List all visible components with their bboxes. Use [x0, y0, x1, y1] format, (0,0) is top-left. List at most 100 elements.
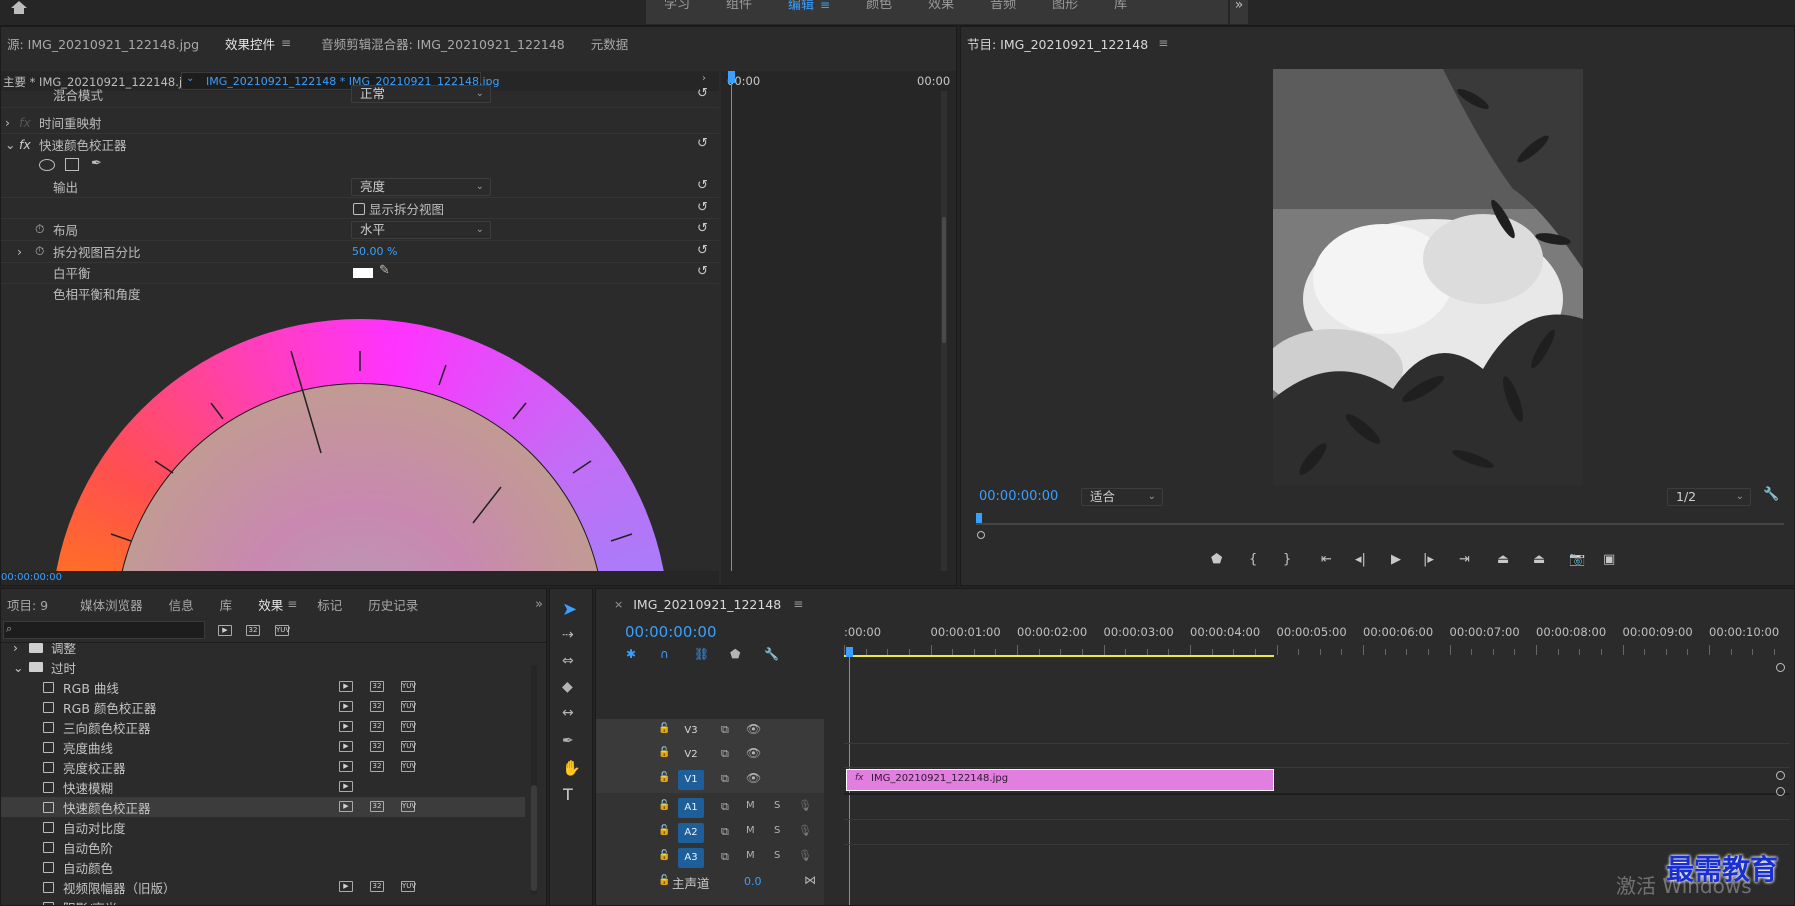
effects-scrollbar[interactable] [531, 665, 537, 895]
workspace-overflow-button[interactable]: » [1230, 0, 1248, 24]
lift-icon[interactable]: ⏏ [1497, 552, 1509, 567]
ec-playhead-handle[interactable] [728, 71, 735, 83]
tab-history[interactable]: 历史记录 [368, 591, 418, 618]
split-percent-value[interactable]: 50.00 % [352, 245, 397, 258]
lock-icon[interactable]: 🔓 [658, 772, 670, 783]
step-back-icon[interactable]: ◂| [1355, 552, 1366, 567]
resolution-dropdown[interactable]: 1/2 ⌄ [1667, 488, 1751, 506]
workspace-tab-effects[interactable]: 效果 [910, 0, 972, 24]
timeline-clip[interactable]: fx IMG_20210921_122148.jpg [846, 769, 1274, 791]
sync-lock-icon[interactable]: ⧉ [721, 800, 729, 814]
yuv-filter-icon[interactable]: YUV [275, 625, 290, 636]
eyedropper-icon[interactable]: ✎ [379, 263, 390, 278]
program-monitor-title[interactable]: 节目: IMG_20210921_122148 [967, 30, 1148, 57]
tab-media-browser[interactable]: 媒体浏览器 [80, 591, 143, 618]
rectangle-mask-icon[interactable] [65, 158, 79, 171]
track-target-v1[interactable]: V1 [678, 770, 704, 790]
step-forward-icon[interactable]: |▸ [1423, 552, 1434, 567]
go-to-next-icon[interactable]: ⋈ [804, 873, 816, 887]
lock-icon[interactable]: 🔓 [658, 723, 670, 734]
mute-button[interactable]: M [746, 850, 755, 861]
panel-menu-icon[interactable]: ≡ [281, 36, 291, 50]
solo-button[interactable]: S [774, 850, 780, 861]
tab-audio-clip-mixer[interactable]: 音频剪辑混合器: IMG_20210921_122148 [321, 30, 565, 57]
folder-adjust[interactable]: › 调整 [1, 643, 525, 657]
solo-button[interactable]: S [774, 825, 780, 836]
scroll-handle[interactable] [1776, 771, 1785, 780]
chevron-right-icon[interactable]: › [13, 643, 18, 655]
export-frame-icon[interactable]: 📷 [1569, 552, 1585, 567]
scroll-handle[interactable] [1776, 787, 1785, 796]
microphone-icon[interactable]: 🎙 [798, 799, 812, 812]
program-scrubber[interactable] [976, 523, 1784, 525]
pen-mask-icon[interactable]: ✒ [91, 156, 102, 171]
workspace-tab-graphics[interactable]: 图形 [1034, 0, 1096, 24]
scroll-handle[interactable] [1776, 663, 1785, 672]
comparison-view-icon[interactable]: ▣ [1603, 552, 1615, 567]
workspace-tab-color[interactable]: 颜色 [848, 0, 910, 24]
chevron-right-icon[interactable]: › [17, 244, 22, 259]
tab-info[interactable]: 信息 [169, 591, 194, 618]
lock-icon[interactable]: 🔓 [658, 800, 670, 811]
mark-out-icon[interactable]: } [1283, 552, 1291, 567]
mute-button[interactable]: M [746, 800, 755, 811]
pen-tool-icon[interactable]: ✒ [562, 733, 574, 749]
blend-mode-dropdown[interactable]: 正常 ⌄ [351, 85, 491, 103]
sync-lock-icon[interactable]: ⧉ [721, 772, 729, 786]
close-icon[interactable]: × [614, 598, 623, 611]
effect-item[interactable]: 亮度曲线 ▶ 32 YUV [1, 737, 525, 757]
expand-timeline-icon[interactable]: › [702, 73, 706, 84]
white-balance-swatch[interactable] [353, 268, 373, 278]
track-target-a2[interactable]: A2 [678, 823, 704, 843]
effect-item[interactable]: 自动颜色 [1, 857, 525, 877]
workspace-tab-editing[interactable]: 编辑 ≡ [770, 0, 848, 24]
effect-item[interactable]: 快速模糊 ▶ [1, 777, 525, 797]
hand-tool-icon[interactable]: ✋ [562, 759, 581, 777]
workspace-menu-icon[interactable]: ≡ [820, 0, 830, 12]
sync-lock-icon[interactable]: ⧉ [721, 723, 729, 737]
sync-lock-icon[interactable]: ⧉ [721, 747, 729, 761]
hue-balance-color-wheel[interactable] [51, 319, 669, 579]
add-marker-icon[interactable]: ⬟ [1211, 552, 1222, 567]
stopwatch-icon[interactable]: ⏱ [35, 244, 44, 259]
track-target-v2[interactable]: V2 [678, 745, 704, 765]
ripple-edit-tool-icon[interactable]: ⇔ [562, 653, 574, 669]
solo-button[interactable]: S [774, 800, 780, 811]
workspace-tab-assembly[interactable]: 组件 [708, 0, 770, 24]
program-playhead[interactable] [976, 513, 982, 523]
type-tool-icon[interactable]: T [563, 785, 573, 804]
fit-dropdown[interactable]: 适合 ⌄ [1081, 488, 1163, 506]
layout-dropdown[interactable]: 水平 ⌄ [351, 221, 491, 239]
effect-item[interactable]: 阴影/高光 [1, 897, 525, 905]
reset-icon[interactable]: ↺ [697, 265, 711, 279]
workspace-tab-library[interactable]: 库 [1096, 0, 1145, 24]
fx-icon[interactable]: fx [19, 137, 31, 152]
selection-tool-icon[interactable]: ➤ [562, 599, 577, 620]
wrench-icon[interactable]: 🔧 [1763, 487, 1779, 502]
effect-item[interactable]: 视频限幅器（旧版） ▶ 32 YUV [1, 877, 525, 897]
track-target-a1[interactable]: A1 [678, 798, 704, 818]
ec-scrollbar-thumb[interactable] [942, 217, 946, 343]
program-timecode[interactable]: 00:00:00:00 [979, 489, 1058, 504]
effects-scrollbar-thumb[interactable] [531, 785, 537, 891]
add-marker-icon[interactable]: ⬟ [730, 647, 740, 661]
linked-selection-icon[interactable]: ⛓ [694, 647, 709, 661]
tab-source[interactable]: 源: IMG_20210921_122148.jpg [7, 30, 199, 57]
tab-project[interactable]: 项目: 9 [7, 591, 48, 618]
tab-markers[interactable]: 标记 [317, 591, 342, 618]
effect-item[interactable]: 三向颜色校正器 ▶ 32 YUV [1, 717, 525, 737]
microphone-icon[interactable]: 🎙 [798, 824, 812, 837]
chevron-right-icon[interactable]: › [5, 115, 10, 130]
reset-icon[interactable]: ↺ [697, 179, 711, 193]
snap-icon[interactable]: ∩ [660, 647, 669, 661]
play-icon[interactable]: ▶ [1391, 552, 1401, 567]
timeline-timecode[interactable]: 00:00:00:00 [625, 623, 717, 641]
mark-in-icon[interactable]: { [1249, 552, 1257, 567]
extract-icon[interactable]: ⏏ [1533, 552, 1545, 567]
reset-icon[interactable]: ↺ [697, 137, 711, 151]
effects-search-box[interactable]: ⌕ [3, 621, 205, 639]
panel-menu-icon[interactable]: ≡ [1158, 36, 1168, 50]
effects-search-input[interactable] [20, 622, 200, 638]
ec-current-time[interactable]: 00:00:00:00 [1, 572, 62, 583]
workspace-tab-learn[interactable]: 学习 [646, 0, 708, 24]
